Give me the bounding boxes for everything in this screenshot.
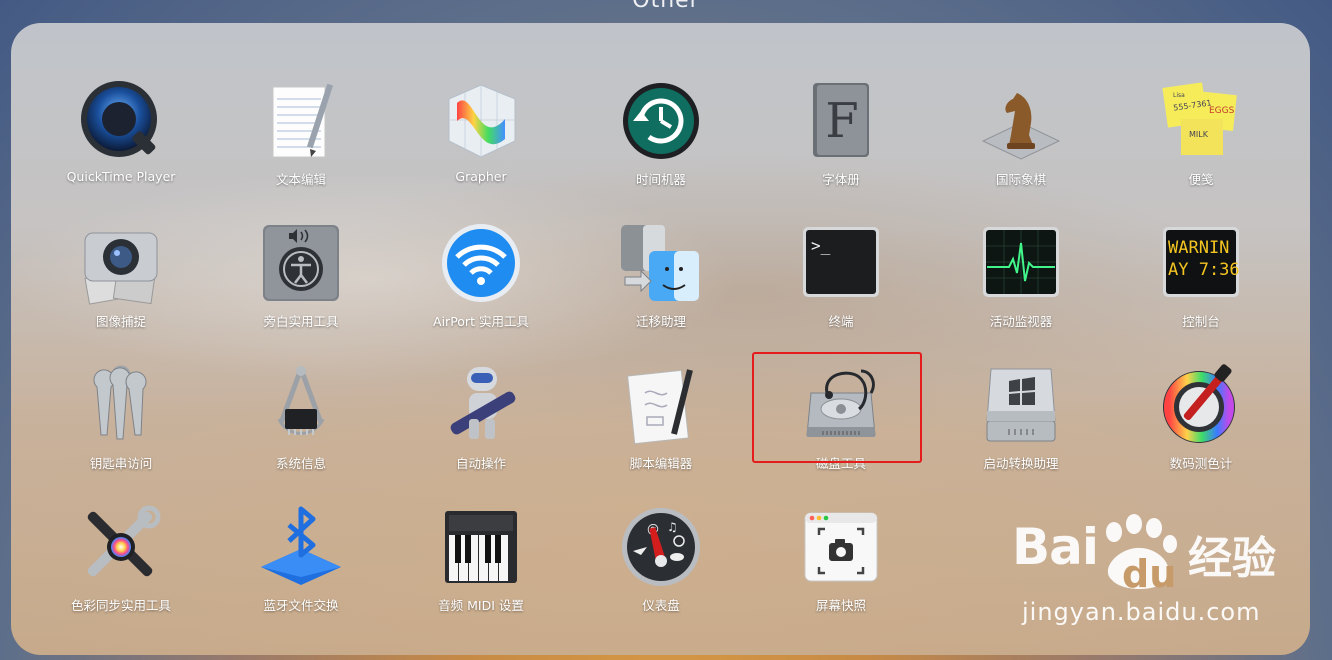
app-console[interactable]: WARNIN AY 7:36 控制台 (1115, 221, 1287, 339)
app-label: 色彩同步实用工具 (70, 598, 171, 613)
app-label: 终端 (828, 314, 854, 329)
app-label: 字体册 (822, 172, 860, 187)
app-label: 屏幕快照 (815, 598, 866, 613)
watermark-cn: 经验 (1188, 533, 1276, 584)
app-stickies[interactable]: 555-7361 Lisa EGGS MILK 便笺 (1115, 79, 1287, 197)
app-keychain-access[interactable]: 钥匙串访问 (35, 363, 207, 481)
app-label: QuickTime Player (66, 169, 176, 184)
app-airport-utility[interactable]: AirPort 实用工具 (395, 221, 567, 339)
font-book-icon: F (799, 79, 883, 163)
svg-text:EGGS: EGGS (1209, 106, 1235, 116)
app-automator[interactable]: 自动操作 (395, 363, 567, 481)
time-machine-icon (619, 79, 703, 163)
keychain-icon (79, 363, 163, 447)
app-activity-monitor[interactable]: 活动监视器 (935, 221, 1107, 339)
quicktime-icon (79, 79, 163, 163)
app-label: 旁白实用工具 (263, 314, 339, 329)
app-image-capture[interactable]: 图像捕捉 (35, 221, 207, 339)
app-label: 蓝牙文件交换 (263, 598, 339, 613)
grapher-icon (439, 79, 523, 163)
system-information-icon (259, 363, 343, 447)
svg-text:MILK: MILK (1189, 130, 1209, 139)
app-grapher[interactable]: Grapher (395, 79, 567, 197)
app-audio-midi-setup[interactable]: 音频 MIDI 设置 (395, 505, 567, 623)
app-label: 控制台 (1182, 314, 1220, 329)
app-chess[interactable]: 国际象棋 (935, 79, 1107, 197)
folder-title: Other (632, 0, 700, 13)
app-voiceover-utility[interactable]: 旁白实用工具 (215, 221, 387, 339)
app-label: 国际象棋 (995, 172, 1046, 187)
svg-text:WARNIN: WARNIN (1168, 238, 1229, 258)
app-terminal[interactable]: >_ 终端 (755, 221, 927, 339)
svg-text:♫: ♫ (667, 520, 678, 534)
app-label: 时间机器 (635, 172, 686, 187)
app-label: 仪表盘 (642, 598, 680, 613)
app-bluetooth-file-exchange[interactable]: 蓝牙文件交换 (215, 505, 387, 623)
app-label: 数码测色计 (1169, 456, 1233, 471)
migration-assistant-icon (619, 221, 703, 305)
app-screenshot[interactable]: 屏幕快照 (755, 505, 927, 623)
svg-text:AY 7:36: AY 7:36 (1168, 260, 1240, 280)
app-colorsync-utility[interactable]: 色彩同步实用工具 (35, 505, 207, 623)
dashboard-icon: @ ♫ (619, 505, 703, 589)
app-script-editor[interactable]: 脚本编辑器 (575, 363, 747, 481)
voiceover-icon (259, 221, 343, 305)
app-digital-color-meter[interactable]: 数码测色计 (1115, 363, 1287, 481)
highlight-box (752, 352, 922, 463)
app-label: 启动转换助理 (983, 456, 1059, 471)
airport-icon (439, 221, 523, 305)
app-label: 脚本编辑器 (629, 456, 693, 471)
baidu-watermark: Bai du 经验 jingyan.baidu.com (1012, 514, 1322, 638)
app-label: 迁移助理 (635, 314, 686, 329)
app-boot-camp-assistant[interactable]: 启动转换助理 (935, 363, 1107, 481)
screenshot-icon (799, 505, 883, 589)
terminal-icon: >_ (799, 221, 883, 305)
watermark-brand: Bai (1012, 518, 1099, 576)
app-time-machine[interactable]: 时间机器 (575, 79, 747, 197)
activity-monitor-icon (979, 221, 1063, 305)
svg-text:F: F (825, 93, 858, 149)
console-icon: WARNIN AY 7:36 (1159, 221, 1243, 305)
audio-midi-icon (439, 505, 523, 589)
automator-icon (439, 363, 523, 447)
app-quicktime-player[interactable]: QuickTime Player (35, 79, 207, 197)
app-migration-assistant[interactable]: 迁移助理 (575, 221, 747, 339)
app-system-information[interactable]: 系统信息 (215, 363, 387, 481)
svg-text:>_: >_ (811, 236, 831, 255)
app-label: Grapher (455, 169, 507, 184)
image-capture-icon (79, 221, 163, 305)
bluetooth-icon (259, 505, 343, 589)
app-label: 便笺 (1188, 172, 1214, 187)
app-label: 图像捕捉 (95, 314, 146, 329)
app-dashboard[interactable]: @ ♫ 仪表盘 (575, 505, 747, 623)
app-label: AirPort 实用工具 (433, 314, 529, 329)
chess-icon (979, 79, 1063, 163)
script-editor-icon (619, 363, 703, 447)
textedit-icon (259, 79, 343, 163)
app-label: 文本编辑 (275, 172, 326, 187)
app-label: 系统信息 (275, 456, 326, 471)
app-label: 音频 MIDI 设置 (438, 598, 524, 613)
color-meter-icon (1159, 363, 1243, 447)
watermark-url: jingyan.baidu.com (1022, 598, 1261, 626)
stickies-icon: 555-7361 Lisa EGGS MILK (1159, 79, 1243, 163)
boot-camp-icon (979, 363, 1063, 447)
app-font-book[interactable]: F 字体册 (755, 79, 927, 197)
app-label: 活动监视器 (989, 314, 1053, 329)
app-textedit[interactable]: 文本编辑 (215, 79, 387, 197)
svg-text:Lisa: Lisa (1173, 92, 1185, 99)
watermark-du: du (1122, 552, 1177, 596)
app-label: 自动操作 (455, 456, 506, 471)
colorsync-icon (79, 505, 163, 589)
app-label: 钥匙串访问 (89, 456, 153, 471)
